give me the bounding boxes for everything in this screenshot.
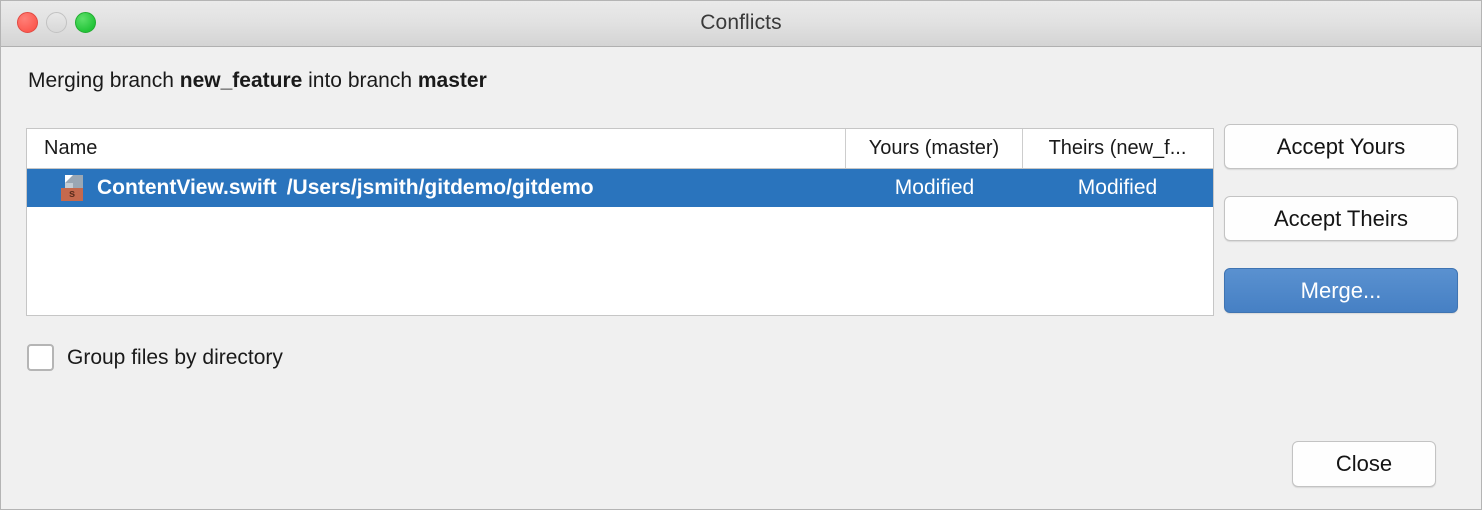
merge-description: Merging branch new_feature into branch m…: [28, 69, 487, 93]
cell-yours-status: Modified: [894, 176, 975, 199]
swift-file-icon-badge: s: [61, 188, 83, 201]
conflicts-table: Name Yours (master) Theirs (new_f... s C…: [26, 128, 1214, 316]
column-header-name[interactable]: Name: [27, 129, 846, 168]
cell-file-name: s ContentView.swift /Users/jsmith/gitdem…: [27, 169, 846, 207]
target-branch-name: master: [417, 69, 487, 92]
group-files-by-directory-checkbox[interactable]: [27, 344, 54, 371]
window-title: Conflicts: [700, 11, 782, 34]
action-button-group: Accept Yours Accept Theirs Merge...: [1224, 124, 1458, 313]
source-branch-name: new_feature: [179, 69, 303, 92]
file-path-text: /Users/jsmith/gitdemo/gitdemo: [286, 176, 594, 199]
merge-button[interactable]: Merge...: [1224, 268, 1458, 313]
accept-yours-button[interactable]: Accept Yours: [1224, 124, 1458, 169]
merge-middle-text: into branch: [302, 69, 418, 92]
swift-file-icon: s: [61, 175, 87, 201]
group-files-by-directory-row[interactable]: Group files by directory: [27, 344, 283, 371]
conflicts-dialog-window: Conflicts Merging branch new_feature int…: [0, 0, 1482, 510]
cell-theirs-status: Modified: [1077, 176, 1158, 199]
table-body: s ContentView.swift /Users/jsmith/gitdem…: [27, 169, 1213, 207]
column-header-yours[interactable]: Yours (master): [846, 129, 1023, 168]
column-header-theirs[interactable]: Theirs (new_f...: [1023, 129, 1212, 168]
merge-prefix-text: Merging branch: [28, 69, 180, 92]
group-files-by-directory-label: Group files by directory: [67, 345, 283, 369]
close-button[interactable]: Close: [1292, 441, 1436, 487]
window-titlebar: Conflicts: [1, 1, 1481, 47]
table-header-row: Name Yours (master) Theirs (new_f...: [27, 129, 1213, 169]
accept-theirs-button[interactable]: Accept Theirs: [1224, 196, 1458, 241]
table-row[interactable]: s ContentView.swift /Users/jsmith/gitdem…: [27, 169, 1213, 207]
file-name-text: ContentView.swift: [97, 176, 277, 199]
